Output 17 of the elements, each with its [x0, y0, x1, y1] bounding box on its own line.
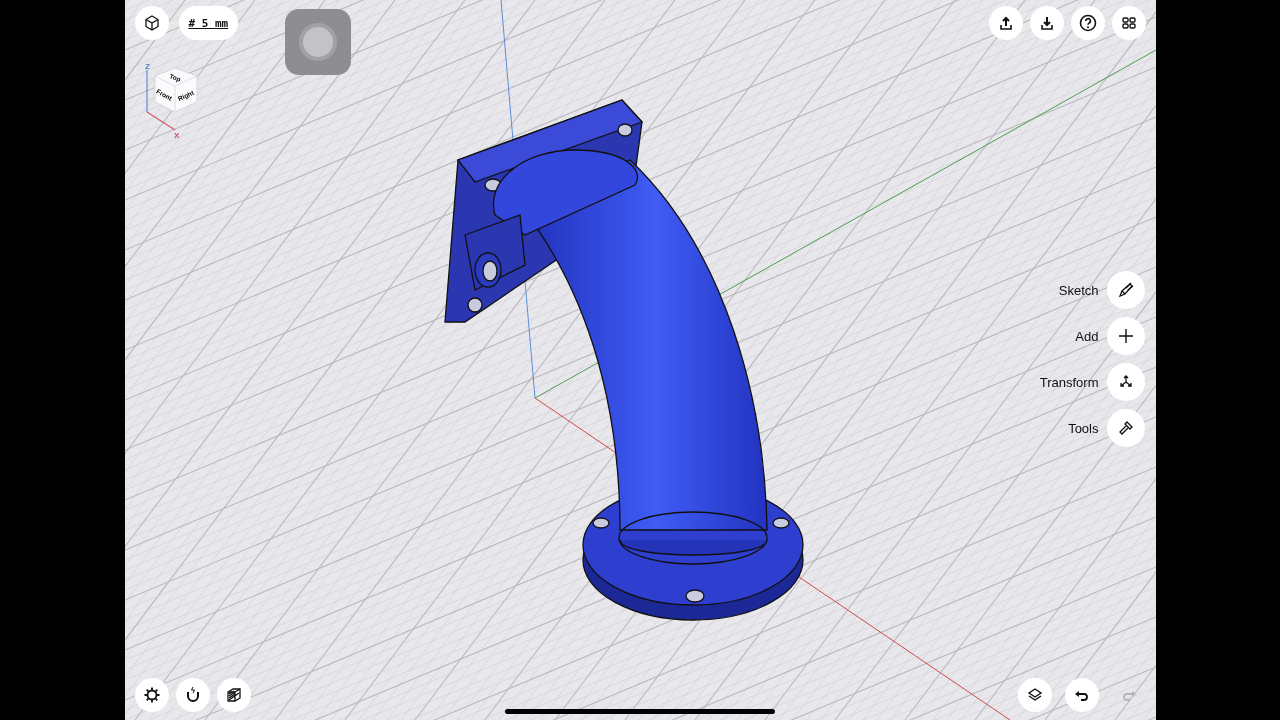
cube-icon	[224, 686, 243, 704]
tool-menu-item[interactable]: Sketch	[1058, 271, 1145, 309]
capture-button[interactable]	[284, 9, 351, 75]
plus-icon	[1116, 327, 1135, 345]
axis-label: Z	[144, 62, 150, 71]
layers-icon	[1025, 686, 1044, 704]
grid-icon	[1119, 14, 1138, 32]
menu-label: Sketch	[1058, 282, 1099, 298]
help-icon	[1078, 14, 1097, 32]
axis-label: X	[173, 131, 179, 140]
menu-label: Tools	[1068, 420, 1099, 436]
menu-label: Transform	[1039, 374, 1099, 390]
cube-icon	[142, 14, 161, 32]
settings-icon	[142, 686, 161, 704]
pencil-icon	[1116, 281, 1135, 299]
menu-label: Add	[1075, 328, 1099, 344]
tool-menu-item[interactable]: Transform	[1039, 363, 1145, 401]
